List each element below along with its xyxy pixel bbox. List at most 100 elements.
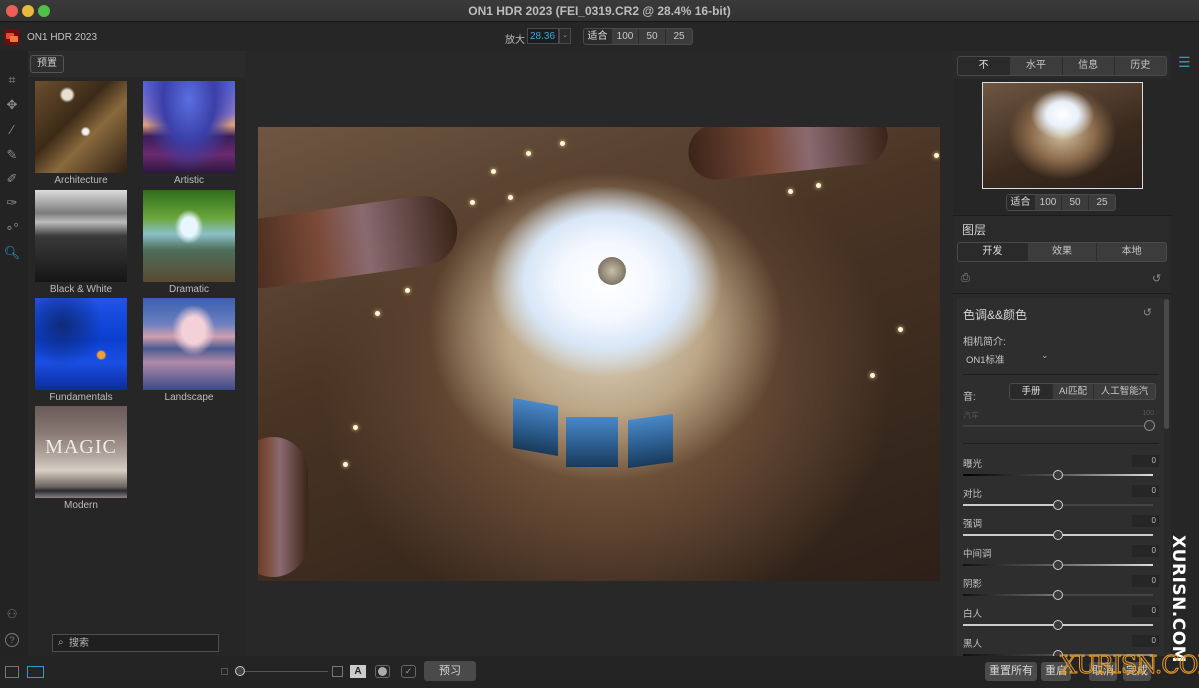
preset-category-dramatic[interactable]: Dramatic — [143, 190, 235, 295]
tab-effects[interactable]: 效果 — [1026, 243, 1097, 261]
slider-knob[interactable] — [1053, 560, 1063, 570]
magic-wand-tool[interactable]: ⁄ — [3, 121, 21, 139]
tab-history[interactable]: 历史 — [1113, 57, 1166, 75]
preset-label: Black & White — [49, 284, 113, 295]
mask-brush-alt-icon: ✑ — [6, 195, 18, 210]
reset-tone-button[interactable]: ↺ — [1143, 306, 1152, 319]
mask-brush-tool[interactable]: ✐ — [3, 170, 21, 188]
thumbnail-size-knob[interactable] — [235, 666, 245, 676]
crop-tool[interactable]: ⌗ — [3, 71, 21, 89]
zoom-dropdown-button[interactable]: ⌄ — [559, 28, 571, 44]
tone-mode-ai-match[interactable]: AI匹配 — [1052, 384, 1093, 399]
mask-view-button[interactable] — [375, 665, 390, 678]
retouch-tool[interactable]: ✎ — [3, 146, 21, 164]
undo-icon: ↺ — [1142, 307, 1152, 319]
preset-category-modern[interactable]: MAGIC Modern — [35, 406, 127, 511]
slider-knob[interactable] — [1053, 500, 1063, 510]
light-dot — [934, 153, 939, 158]
auto-amount-value: 100 — [1142, 410, 1154, 417]
preset-category-black-white[interactable]: Black & White — [35, 190, 127, 295]
watermark-horizontal: XURISN.COM — [1059, 651, 1199, 680]
preset-label: Artistic — [174, 175, 204, 186]
zoom-fit-button[interactable]: 适合 — [584, 29, 611, 44]
slider-value-input[interactable]: 0 — [1132, 635, 1159, 647]
clipping-view-button[interactable]: ✓ — [401, 665, 416, 678]
preview-button[interactable]: 预习 — [424, 661, 476, 681]
zoom-hand-tool[interactable]: 🔍︎ — [3, 244, 21, 262]
move-icon: ✥ — [6, 97, 18, 112]
tab-navigator[interactable]: 不 — [958, 57, 1010, 75]
image-canvas[interactable] — [245, 51, 953, 656]
presets-header: 预置 — [28, 51, 245, 77]
divider — [953, 215, 1171, 216]
preset-category-artistic[interactable]: Artistic — [143, 81, 235, 186]
slider-value-input[interactable]: 0 — [1132, 515, 1159, 527]
main-photo[interactable] — [258, 127, 940, 581]
slider-value-input[interactable]: 0 — [1132, 485, 1159, 497]
auto-amount-slider[interactable] — [963, 425, 1153, 427]
nav-zoom-fit-button[interactable]: 适合 — [1007, 195, 1034, 210]
skylight-center — [598, 257, 626, 285]
camera-profile-select[interactable]: ON1标准 — [966, 352, 1005, 366]
nav-zoom-25-button[interactable]: 25 — [1088, 195, 1115, 210]
reset-all-button[interactable]: 重置所有 — [985, 662, 1037, 681]
zoom-100-button[interactable]: 100 — [611, 29, 638, 44]
navigator-preview[interactable] — [982, 82, 1143, 189]
zoom-50-button[interactable]: 50 — [638, 29, 665, 44]
panel-scrollbar[interactable] — [1164, 299, 1169, 429]
tab-info[interactable]: 信息 — [1061, 57, 1114, 75]
tone-mode-group: 手册 AI匹配 人工智能汽车 — [1009, 383, 1156, 400]
compare-view-button[interactable] — [5, 666, 19, 678]
light-dot — [343, 462, 348, 467]
tone-mode-ai-auto[interactable]: 人工智能汽车 — [1093, 384, 1155, 399]
photo-column — [258, 191, 462, 293]
light-dot — [788, 189, 793, 194]
preset-search-field[interactable]: ⌕ — [52, 634, 219, 652]
slider-knob[interactable] — [1053, 590, 1063, 600]
search-input[interactable] — [69, 636, 214, 650]
slider-value-input[interactable]: 0 — [1132, 605, 1159, 617]
photo-mural — [628, 413, 673, 469]
slider-knob[interactable] — [1053, 620, 1063, 630]
slider-value-input[interactable]: 0 — [1132, 545, 1159, 557]
deghost-tool[interactable]: ∘° — [3, 219, 21, 237]
slider-knob[interactable] — [1053, 530, 1063, 540]
preset-category-architecture[interactable]: Architecture — [35, 81, 127, 186]
nav-zoom-50-button[interactable]: 50 — [1061, 195, 1088, 210]
export-settings-button[interactable]: ⎙ — [961, 272, 970, 285]
preset-thumbnail — [35, 81, 127, 173]
tone-mode-manual[interactable]: 手册 — [1010, 384, 1052, 399]
adjustments-button[interactable]: ☰ — [1178, 54, 1191, 71]
preset-category-landscape[interactable]: Landscape — [143, 298, 235, 403]
presets-button[interactable]: 预置 — [30, 55, 64, 73]
overlay-text-button[interactable]: A — [350, 665, 366, 678]
chevron-down-icon[interactable]: ⌄ — [1041, 350, 1049, 361]
thumbnail-size-slider[interactable] — [240, 671, 328, 672]
help-button[interactable]: ? — [5, 633, 19, 647]
circle-icon — [378, 667, 387, 676]
light-dot — [526, 151, 531, 156]
text-a-icon: A — [354, 666, 362, 677]
zoom-25-button[interactable]: 25 — [665, 29, 692, 44]
tab-local[interactable]: 本地 — [1096, 243, 1166, 261]
tone-color-panel: 色调&&颜色 ↺ 相机简介: ON1标准 ⌄ 音: 手册 AI匹配 人工智能汽车… — [957, 298, 1164, 656]
zoom-value-input[interactable]: 28.36 — [527, 28, 559, 44]
single-view-button[interactable] — [27, 666, 44, 678]
slider-value-input[interactable]: 0 — [1132, 455, 1159, 467]
account-settings-button[interactable]: ⚇ — [5, 607, 19, 621]
tab-levels[interactable]: 水平 — [1009, 57, 1061, 75]
slider-value-input[interactable]: 0 — [1132, 575, 1159, 587]
slider-knob[interactable] — [1053, 470, 1063, 480]
auto-amount-knob[interactable] — [1144, 420, 1155, 431]
slider-row: 阴影 0 — [963, 575, 1159, 606]
preset-category-fundamentals[interactable]: Fundamentals — [35, 298, 127, 403]
nav-zoom-100-button[interactable]: 100 — [1034, 195, 1061, 210]
transform-tool[interactable]: ✥ — [3, 96, 21, 114]
reset-layer-button[interactable]: ↺ — [1152, 272, 1161, 285]
masking-bug-tool[interactable]: ✑ — [3, 194, 21, 212]
user-settings-icon: ⚇ — [6, 607, 18, 621]
light-dot — [375, 311, 380, 316]
tab-develop[interactable]: 开发 — [958, 243, 1027, 261]
panel-tabs: 不 水平 信息 历史 — [957, 56, 1167, 76]
slider-row: 白人 0 — [963, 605, 1159, 636]
